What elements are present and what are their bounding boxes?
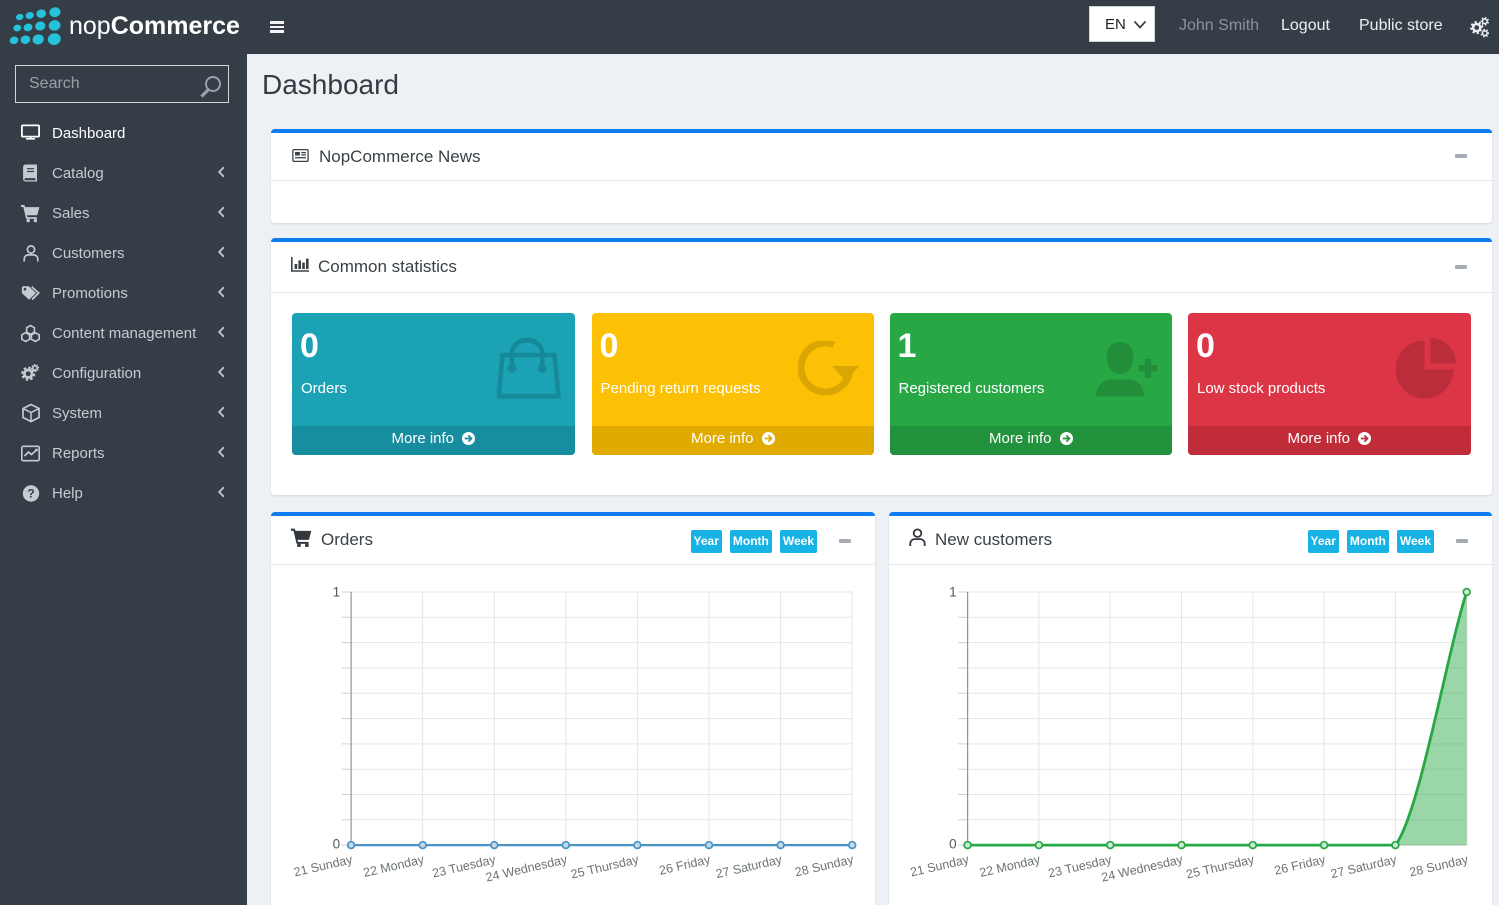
svg-text:26 Friday: 26 Friday (658, 852, 713, 878)
svg-text:22 Monday: 22 Monday (978, 852, 1042, 880)
svg-text:24 Wednesday: 24 Wednesday (1100, 852, 1185, 885)
svg-text:24 Wednesday: 24 Wednesday (484, 852, 569, 885)
svg-text:27 Saturday: 27 Saturday (1329, 852, 1399, 881)
svg-text:27 Saturday: 27 Saturday (714, 852, 784, 881)
svg-text:21 Sunday: 21 Sunday (909, 852, 971, 879)
svg-text:25 Thursday: 25 Thursday (569, 852, 640, 881)
svg-text:?: ? (27, 486, 34, 500)
svg-text:28 Sunday: 28 Sunday (1408, 852, 1470, 879)
svg-text:22 Monday: 22 Monday (362, 852, 426, 880)
svg-text:21 Sunday: 21 Sunday (292, 852, 354, 879)
svg-text:0: 0 (333, 837, 341, 852)
svg-text:28 Sunday: 28 Sunday (793, 852, 855, 879)
svg-text:25 Thursday: 25 Thursday (1185, 852, 1256, 881)
svg-text:0: 0 (949, 837, 957, 852)
svg-text:1: 1 (949, 585, 957, 600)
svg-text:1: 1 (333, 585, 341, 600)
svg-text:26 Friday: 26 Friday (1273, 852, 1328, 878)
